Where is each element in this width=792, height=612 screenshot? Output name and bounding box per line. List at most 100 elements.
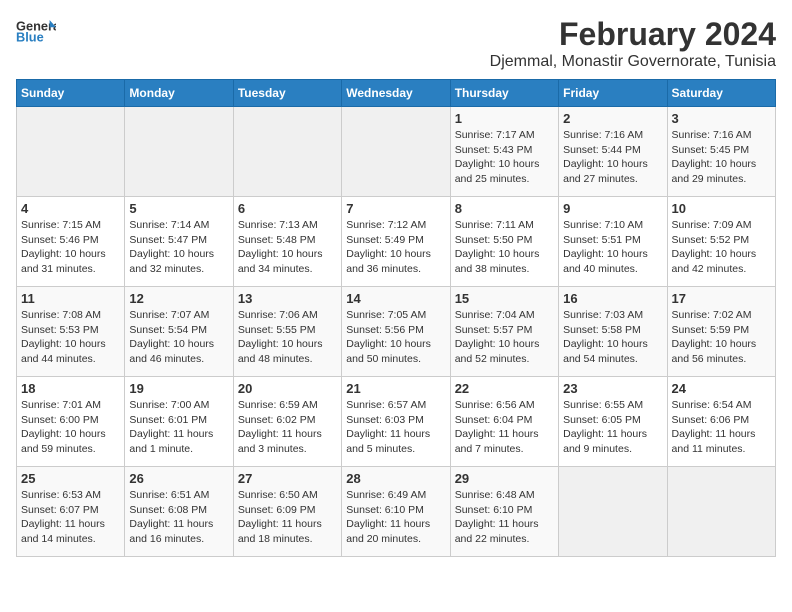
- day-number: 24: [672, 381, 771, 396]
- day-info: Sunrise: 6:50 AMSunset: 6:09 PMDaylight:…: [238, 488, 337, 547]
- calendar-cell: 28 Sunrise: 6:49 AMSunset: 6:10 PMDayligh…: [342, 467, 450, 557]
- calendar-cell: 20Sunrise: 6:59 AMSunset: 6:02 PMDayligh…: [233, 377, 341, 467]
- day-number: 12: [129, 291, 228, 306]
- day-info: Sunrise: 7:02 AMSunset: 5:59 PMDaylight:…: [672, 308, 771, 367]
- calendar-cell: 23Sunrise: 6:55 AMSunset: 6:05 PMDayligh…: [559, 377, 667, 467]
- day-info: Sunrise: 7:11 AMSunset: 5:50 PMDaylight:…: [455, 218, 554, 277]
- day-number: 18: [21, 381, 120, 396]
- day-number: 22: [455, 381, 554, 396]
- day-number: 20: [238, 381, 337, 396]
- calendar-cell: 8 Sunrise: 7:11 AMSunset: 5:50 PMDaylight…: [450, 197, 558, 287]
- calendar-cell: 4 Sunrise: 7:15 AMSunset: 5:46 PMDaylight…: [17, 197, 125, 287]
- calendar-cell: 1 Sunrise: 7:17 AMSunset: 5:43 PMDaylight…: [450, 107, 558, 197]
- day-number: 5: [129, 201, 228, 216]
- day-info: Sunrise: 7:16 AMSunset: 5:45 PMDaylight:…: [672, 128, 771, 187]
- day-info: Sunrise: 6:56 AMSunset: 6:04 PMDaylight:…: [455, 398, 554, 457]
- header: General Blue February 2024 Djemmal, Mona…: [16, 16, 776, 71]
- day-info: Sunrise: 7:05 AMSunset: 5:56 PMDaylight:…: [346, 308, 445, 367]
- calendar-cell: 2 Sunrise: 7:16 AMSunset: 5:44 PMDaylight…: [559, 107, 667, 197]
- day-number: 6: [238, 201, 337, 216]
- day-number: 19: [129, 381, 228, 396]
- day-info: Sunrise: 7:13 AMSunset: 5:48 PMDaylight:…: [238, 218, 337, 277]
- day-info: Sunrise: 7:06 AMSunset: 5:55 PMDaylight:…: [238, 308, 337, 367]
- day-number: 4: [21, 201, 120, 216]
- day-info: Sunrise: 6:49 AMSunset: 6:10 PMDaylight:…: [346, 488, 445, 547]
- day-info: Sunrise: 7:10 AMSunset: 5:51 PMDaylight:…: [563, 218, 662, 277]
- weekday-header: Friday: [559, 80, 667, 107]
- day-info: Sunrise: 7:00 AMSunset: 6:01 PMDaylight:…: [129, 398, 228, 457]
- calendar-cell: 12Sunrise: 7:07 AMSunset: 5:54 PMDayligh…: [125, 287, 233, 377]
- weekday-header: Wednesday: [342, 80, 450, 107]
- weekday-header: Sunday: [17, 80, 125, 107]
- calendar-cell: 16 Sunrise: 7:03 AMSunset: 5:58 PMDayligh…: [559, 287, 667, 377]
- day-info: Sunrise: 6:51 AMSunset: 6:08 PMDaylight:…: [129, 488, 228, 547]
- calendar-cell: 11Sunrise: 7:08 AMSunset: 5:53 PMDayligh…: [17, 287, 125, 377]
- weekday-header: Tuesday: [233, 80, 341, 107]
- calendar-week-row: 4 Sunrise: 7:15 AMSunset: 5:46 PMDaylight…: [17, 197, 776, 287]
- day-info: Sunrise: 6:57 AMSunset: 6:03 PMDaylight:…: [346, 398, 445, 457]
- logo: General Blue: [16, 16, 56, 44]
- calendar-cell: 25 Sunrise: 6:53 AMSunset: 6:07 PMDayligh…: [17, 467, 125, 557]
- calendar-cell: 5 Sunrise: 7:14 AMSunset: 5:47 PMDaylight…: [125, 197, 233, 287]
- day-number: 16: [563, 291, 662, 306]
- day-info: Sunrise: 6:48 AMSunset: 6:10 PMDaylight:…: [455, 488, 554, 547]
- calendar-cell: [667, 467, 775, 557]
- logo-icon: General Blue: [16, 16, 56, 44]
- calendar-cell: 19 Sunrise: 7:00 AMSunset: 6:01 PMDayligh…: [125, 377, 233, 467]
- calendar-week-row: 1 Sunrise: 7:17 AMSunset: 5:43 PMDaylight…: [17, 107, 776, 197]
- day-info: Sunrise: 7:15 AMSunset: 5:46 PMDaylight:…: [21, 218, 120, 277]
- calendar-cell: 22 Sunrise: 6:56 AMSunset: 6:04 PMDayligh…: [450, 377, 558, 467]
- day-info: Sunrise: 6:53 AMSunset: 6:07 PMDaylight:…: [21, 488, 120, 547]
- weekday-header: Thursday: [450, 80, 558, 107]
- day-info: Sunrise: 7:09 AMSunset: 5:52 PMDaylight:…: [672, 218, 771, 277]
- calendar-cell: [342, 107, 450, 197]
- calendar-week-row: 18 Sunrise: 7:01 AMSunset: 6:00 PMDayligh…: [17, 377, 776, 467]
- calendar-week-row: 11Sunrise: 7:08 AMSunset: 5:53 PMDayligh…: [17, 287, 776, 377]
- day-info: Sunrise: 7:04 AMSunset: 5:57 PMDaylight:…: [455, 308, 554, 367]
- calendar-cell: 24 Sunrise: 6:54 AMSunset: 6:06 PMDayligh…: [667, 377, 775, 467]
- weekday-header: Monday: [125, 80, 233, 107]
- calendar-cell: 3 Sunrise: 7:16 AMSunset: 5:45 PMDaylight…: [667, 107, 775, 197]
- day-info: Sunrise: 7:03 AMSunset: 5:58 PMDaylight:…: [563, 308, 662, 367]
- day-info: Sunrise: 7:08 AMSunset: 5:53 PMDaylight:…: [21, 308, 120, 367]
- day-info: Sunrise: 7:12 AMSunset: 5:49 PMDaylight:…: [346, 218, 445, 277]
- calendar-cell: 14 Sunrise: 7:05 AMSunset: 5:56 PMDayligh…: [342, 287, 450, 377]
- calendar-cell: 17 Sunrise: 7:02 AMSunset: 5:59 PMDayligh…: [667, 287, 775, 377]
- title-area: February 2024 Djemmal, Monastir Governor…: [490, 16, 776, 71]
- day-info: Sunrise: 7:14 AMSunset: 5:47 PMDaylight:…: [129, 218, 228, 277]
- calendar-cell: [559, 467, 667, 557]
- day-number: 7: [346, 201, 445, 216]
- day-number: 13: [238, 291, 337, 306]
- day-number: 1: [455, 111, 554, 126]
- day-number: 28: [346, 471, 445, 486]
- day-number: 17: [672, 291, 771, 306]
- calendar-cell: [233, 107, 341, 197]
- day-number: 25: [21, 471, 120, 486]
- page-subtitle: Djemmal, Monastir Governorate, Tunisia: [490, 53, 776, 71]
- day-info: Sunrise: 7:01 AMSunset: 6:00 PMDaylight:…: [21, 398, 120, 457]
- calendar-week-row: 25 Sunrise: 6:53 AMSunset: 6:07 PMDayligh…: [17, 467, 776, 557]
- day-number: 14: [346, 291, 445, 306]
- day-info: Sunrise: 7:16 AMSunset: 5:44 PMDaylight:…: [563, 128, 662, 187]
- day-info: Sunrise: 7:17 AMSunset: 5:43 PMDaylight:…: [455, 128, 554, 187]
- calendar-cell: 13 Sunrise: 7:06 AMSunset: 5:55 PMDayligh…: [233, 287, 341, 377]
- day-info: Sunrise: 6:55 AMSunset: 6:05 PMDaylight:…: [563, 398, 662, 457]
- day-number: 21: [346, 381, 445, 396]
- day-number: 3: [672, 111, 771, 126]
- svg-text:Blue: Blue: [16, 30, 44, 44]
- calendar-cell: 15 Sunrise: 7:04 AMSunset: 5:57 PMDayligh…: [450, 287, 558, 377]
- day-number: 15: [455, 291, 554, 306]
- calendar-cell: [17, 107, 125, 197]
- calendar-cell: [125, 107, 233, 197]
- day-number: 8: [455, 201, 554, 216]
- day-number: 27: [238, 471, 337, 486]
- calendar-cell: 27 Sunrise: 6:50 AMSunset: 6:09 PMDayligh…: [233, 467, 341, 557]
- calendar-table: SundayMondayTuesdayWednesdayThursdayFrid…: [16, 79, 776, 557]
- calendar-cell: 7 Sunrise: 7:12 AMSunset: 5:49 PMDaylight…: [342, 197, 450, 287]
- day-info: Sunrise: 6:54 AMSunset: 6:06 PMDaylight:…: [672, 398, 771, 457]
- day-number: 26: [129, 471, 228, 486]
- calendar-cell: 29Sunrise: 6:48 AMSunset: 6:10 PMDayligh…: [450, 467, 558, 557]
- day-number: 2: [563, 111, 662, 126]
- page-title: February 2024: [490, 16, 776, 53]
- weekday-header-row: SundayMondayTuesdayWednesdayThursdayFrid…: [17, 80, 776, 107]
